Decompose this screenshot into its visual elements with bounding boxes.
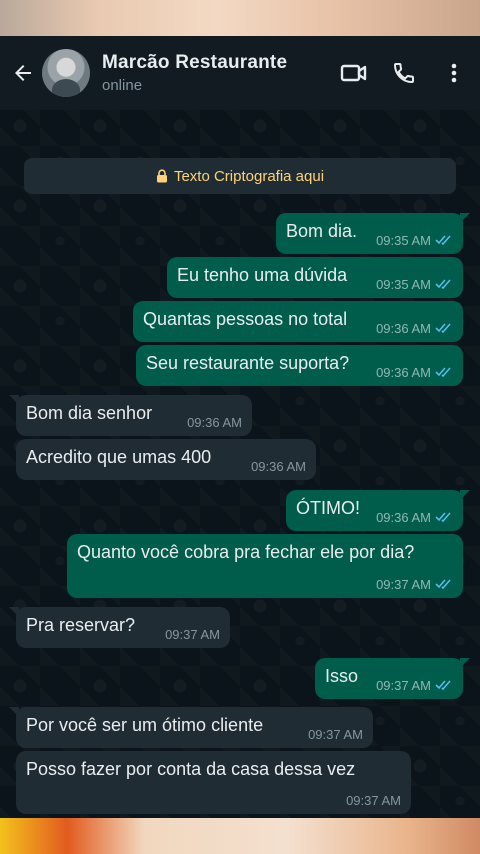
message-bubble-outgoing[interactable]: Seu restaurante suporta? 09:36 AM [136,345,463,386]
message-meta: 09:37 AM [376,577,453,592]
more-options-icon[interactable] [432,51,476,95]
message-text: Posso fazer por conta da casa dessa vez [26,759,356,779]
message-time: 09:37 AM [376,577,431,592]
message-time: 09:37 AM [346,793,401,808]
message-text: Seu restaurante suporta? [146,353,350,373]
chat-screen: Marcão Restaurante online Texto Criptogr… [0,36,480,818]
double-check-icon [435,510,453,525]
lock-icon [156,169,167,183]
message-text: Por você ser um ótimo cliente [26,715,264,735]
double-check-icon [435,678,453,693]
background-photo-bottom [0,818,480,854]
message-time: 09:36 AM [376,365,431,380]
message-text: Bom dia senhor [26,403,153,423]
double-check-icon [435,233,453,248]
contact-name: Marcão Restaurante [102,52,288,73]
double-check-icon [435,577,453,592]
message-bubble-incoming[interactable]: Posso fazer por conta da casa dessa vez … [16,751,411,814]
message-bubble-incoming[interactable]: Acredito que umas 400 09:36 AM [16,439,316,480]
message-time: 09:36 AM [251,459,306,474]
message-bubble-outgoing[interactable]: ÓTIMO! 09:36 AM [286,490,470,531]
double-check-icon [435,321,453,336]
message-time: 09:37 AM [165,627,220,642]
contact-info[interactable]: Marcão Restaurante online [102,52,332,94]
message-time: 09:36 AM [376,321,431,336]
message-meta: 09:36 AM [376,365,453,380]
message-text: Quantas pessoas no total [143,309,348,329]
message-text: ÓTIMO! [296,498,360,518]
message-bubble-outgoing[interactable]: Quanto você cobra pra fechar ele por dia… [67,534,463,598]
message-time: 09:36 AM [376,510,431,525]
message-meta: 09:36 AM [251,459,306,474]
message-bubble-outgoing[interactable]: Isso 09:37 AM [315,658,470,699]
phone-icon[interactable] [382,51,426,95]
double-check-icon [435,365,453,380]
message-meta: 09:36 AM [376,321,453,336]
message-time: 09:37 AM [308,727,363,742]
message-bubble-incoming[interactable]: Pra reservar? 09:37 AM [9,607,230,648]
message-meta: 09:37 AM [346,793,401,808]
message-meta: 09:37 AM [308,727,363,742]
double-check-icon [435,277,453,292]
message-meta: 09:35 AM [376,277,453,292]
contact-status: online [102,77,143,94]
video-call-icon[interactable] [332,51,376,95]
message-bubble-incoming[interactable]: Bom dia senhor 09:36 AM [9,395,252,436]
message-time: 09:36 AM [187,415,242,430]
message-text: Acredito que umas 400 [26,447,212,467]
message-text: Bom dia. [286,221,358,241]
encryption-notice[interactable]: Texto Criptografia aqui [24,158,456,194]
message-text: Eu tenho uma dúvida [177,265,348,285]
avatar[interactable] [42,49,90,97]
message-time: 09:37 AM [376,678,431,693]
message-meta: 09:37 AM [376,678,453,693]
message-meta: 09:36 AM [376,510,453,525]
message-bubble-outgoing[interactable]: Eu tenho uma dúvida 09:35 AM [167,257,463,298]
message-time: 09:35 AM [376,277,431,292]
message-bubble-outgoing[interactable]: Quantas pessoas no total 09:36 AM [133,301,463,342]
message-bubble-incoming[interactable]: Por você ser um ótimo cliente 09:37 AM [9,707,373,748]
message-meta: 09:36 AM [187,415,242,430]
background-photo-top [0,0,480,36]
message-bubble-outgoing[interactable]: Bom dia. 09:35 AM [276,213,470,254]
back-arrow-icon[interactable] [2,52,44,94]
message-text: Quanto você cobra pra fechar ele por dia… [77,542,415,562]
message-meta: 09:35 AM [376,233,453,248]
chat-header: Marcão Restaurante online [0,36,480,110]
message-time: 09:35 AM [376,233,431,248]
message-text: Isso [325,666,359,686]
message-meta: 09:37 AM [165,627,220,642]
message-text: Pra reservar? [26,615,136,635]
encryption-notice-text: Texto Criptografia aqui [173,167,325,185]
